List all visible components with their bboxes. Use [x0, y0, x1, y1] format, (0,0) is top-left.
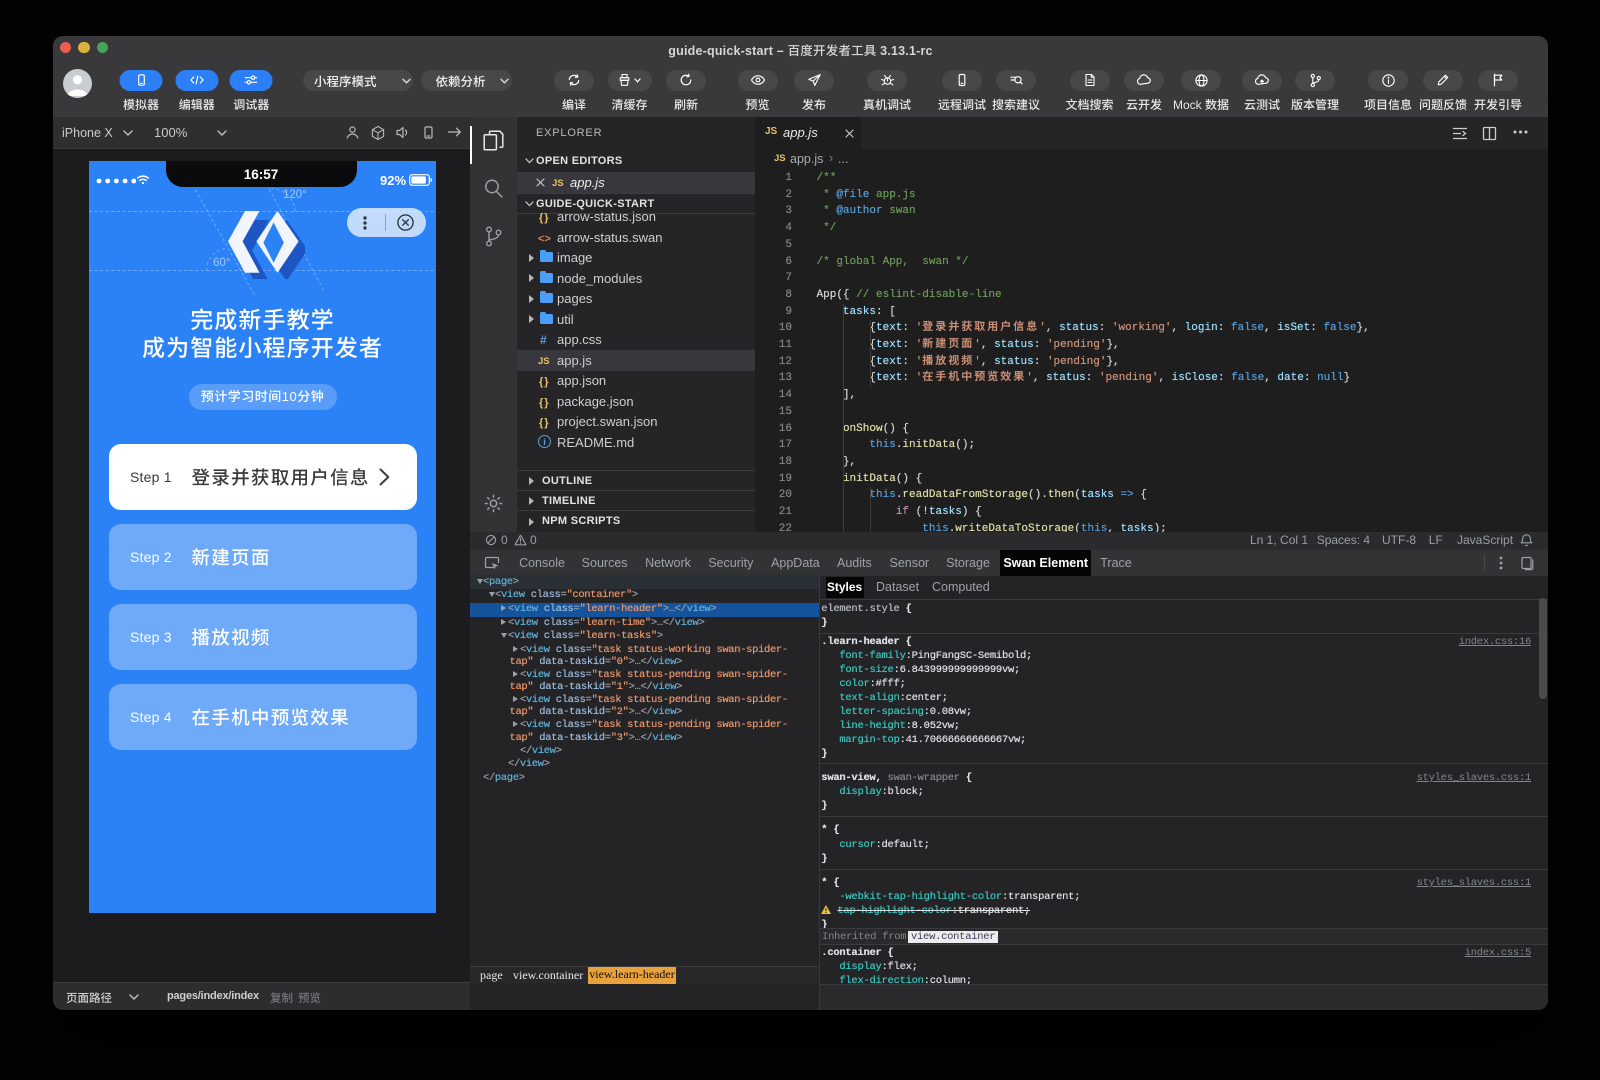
svg-text:120°: 120° — [283, 189, 307, 201]
